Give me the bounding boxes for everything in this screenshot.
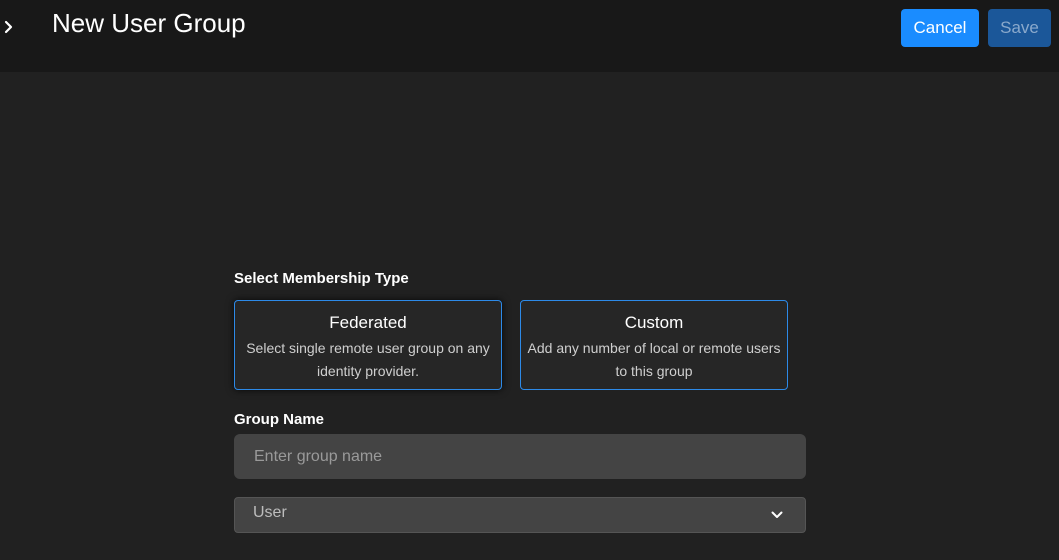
- group-name-label: Group Name: [234, 411, 325, 428]
- membership-option-description: Select single remote user group on any i…: [246, 340, 490, 379]
- group-name-input[interactable]: [234, 434, 806, 479]
- membership-option-federated[interactable]: Federated Select single remote user grou…: [234, 300, 502, 390]
- chevron-right-icon: [4, 20, 14, 39]
- role-select-value: User: [253, 504, 287, 521]
- role-select[interactable]: User: [234, 497, 806, 533]
- membership-option-description: Add any number of local or remote users …: [527, 340, 781, 379]
- membership-option-title: Custom: [624, 313, 684, 332]
- save-button[interactable]: Save: [988, 9, 1051, 47]
- membership-option-custom[interactable]: Custom Add any number of local or remote…: [520, 300, 788, 390]
- expand-sidebar-button[interactable]: [0, 14, 18, 44]
- page-title: New User Group: [52, 8, 246, 38]
- membership-type-label: Select Membership Type: [234, 270, 409, 287]
- membership-option-title: Federated: [329, 313, 407, 332]
- chevron-down-icon: [771, 509, 783, 521]
- page-header: New User Group Cancel Save: [0, 0, 1059, 72]
- cancel-button[interactable]: Cancel: [901, 9, 979, 47]
